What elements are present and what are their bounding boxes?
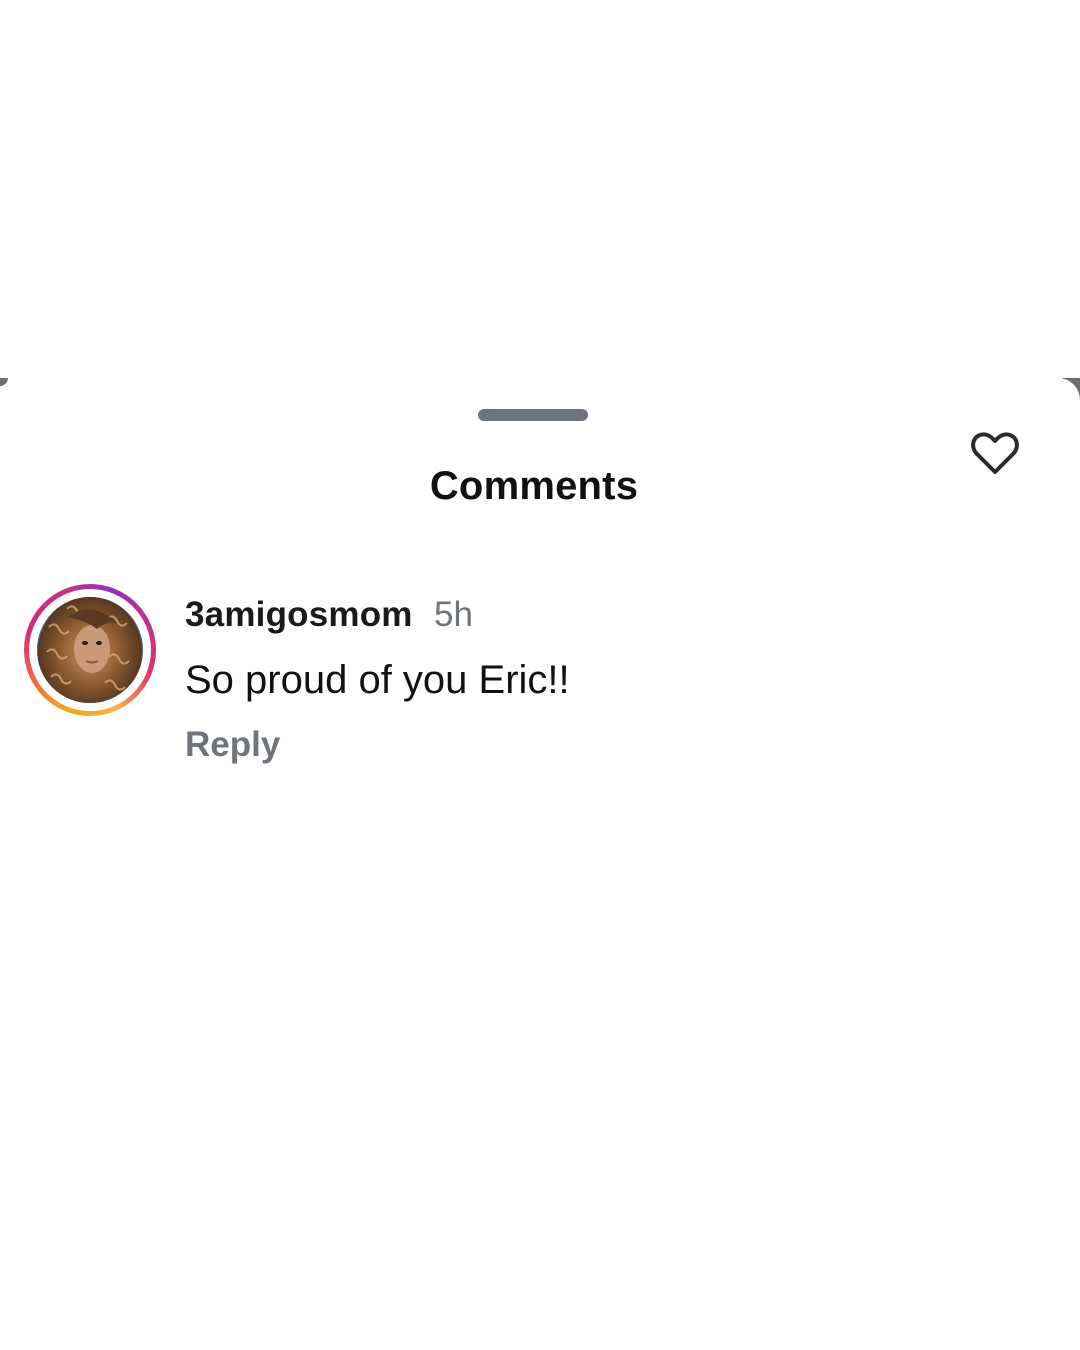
comment-username[interactable]: 3amigosmom <box>185 595 413 635</box>
sheet-title: Comments <box>429 464 639 508</box>
comment-item: 3amigosmom 5h So proud of you Eric!! Rep… <box>0 583 1080 773</box>
story-ring[interactable] <box>24 584 156 716</box>
blank-top-area <box>0 0 1080 380</box>
sheet-drag-handle[interactable] <box>478 409 588 421</box>
blank-bottom-area <box>0 854 1080 1350</box>
reply-button[interactable]: Reply <box>185 725 280 765</box>
avatar-photo <box>37 597 143 703</box>
comment-text: So proud of you Eric!! <box>185 658 570 702</box>
heart-icon[interactable] <box>970 430 1020 476</box>
comments-bottom-sheet: Comments 3amigosmom 5h So proud of you E… <box>0 378 1080 854</box>
comment-timestamp: 5h <box>434 595 473 634</box>
avatar[interactable] <box>37 597 143 703</box>
